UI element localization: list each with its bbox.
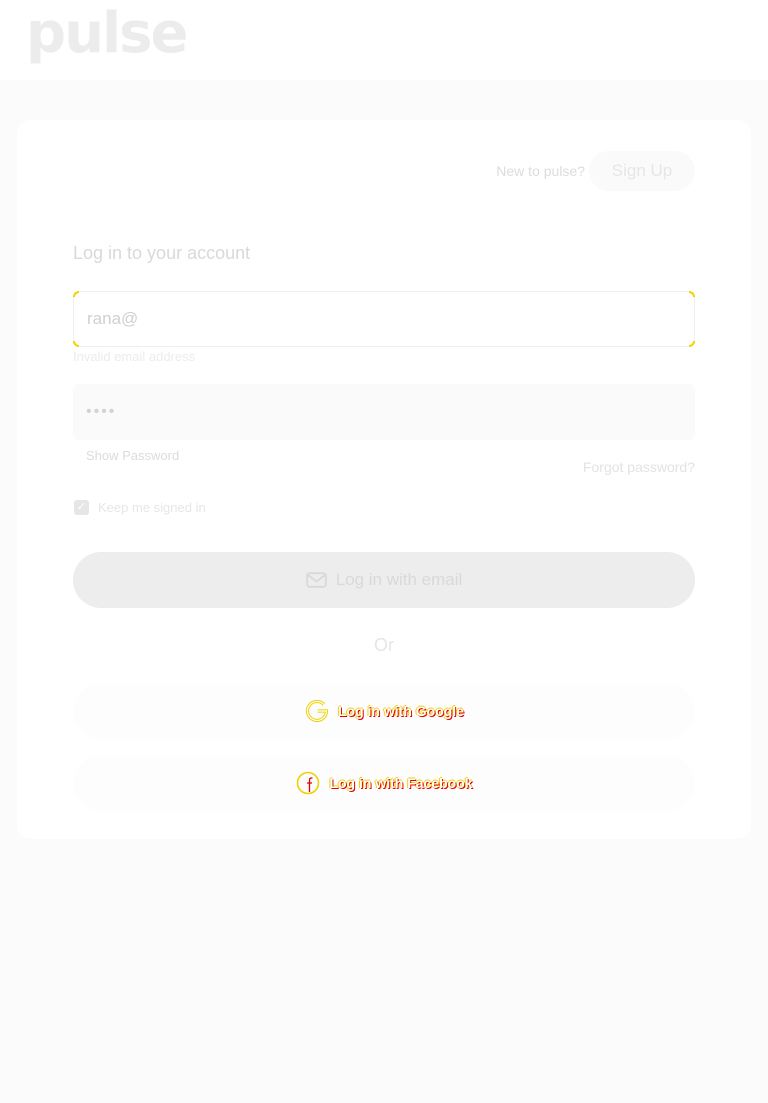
google-login-label: Log in with Google [338,703,464,719]
pulse-logo[interactable]: pulse [26,6,188,62]
facebook-icon [297,771,320,795]
or-divider: Or [374,635,394,655]
focus-corner [73,291,79,297]
password-value: •••• [86,403,117,420]
password-field[interactable]: •••• [73,384,695,440]
email-login-button[interactable]: Log in with email [73,552,695,608]
focus-corner [689,291,695,297]
google-login-button[interactable]: Log in with Google [73,683,695,739]
email-login-label: Log in with email [335,570,463,589]
focus-corner [73,341,79,347]
sign-up-button[interactable]: Sign Up [589,151,695,191]
signup-prompt: New to pulse? [496,163,585,179]
focus-corner [689,341,695,347]
email-error-message: Invalid email address [73,349,196,364]
login-card: New to pulse? Sign Up Log in to your acc… [17,120,751,839]
check-icon: ✓ [76,501,87,513]
mail-icon [305,572,327,588]
facebook-login-label: Log in with Facebook [329,775,473,791]
top-bar: pulse [0,0,768,80]
google-icon [305,699,329,723]
keep-signed-in-label: Keep me signed in [98,500,206,515]
facebook-login-button[interactable]: Log in with Facebook [73,755,695,811]
email-field[interactable]: rana@ [73,291,695,347]
show-password-link[interactable]: Show Password [86,448,179,463]
signup-row: New to pulse? Sign Up [496,151,695,191]
keep-signed-in-row[interactable]: ✓ Keep me signed in [74,500,206,515]
keep-signed-in-checkbox[interactable]: ✓ [74,500,89,515]
page-title: Log in to your account [73,243,251,263]
forgot-password-link[interactable]: Forgot password? [583,459,695,475]
email-value: rana@ [87,309,139,328]
